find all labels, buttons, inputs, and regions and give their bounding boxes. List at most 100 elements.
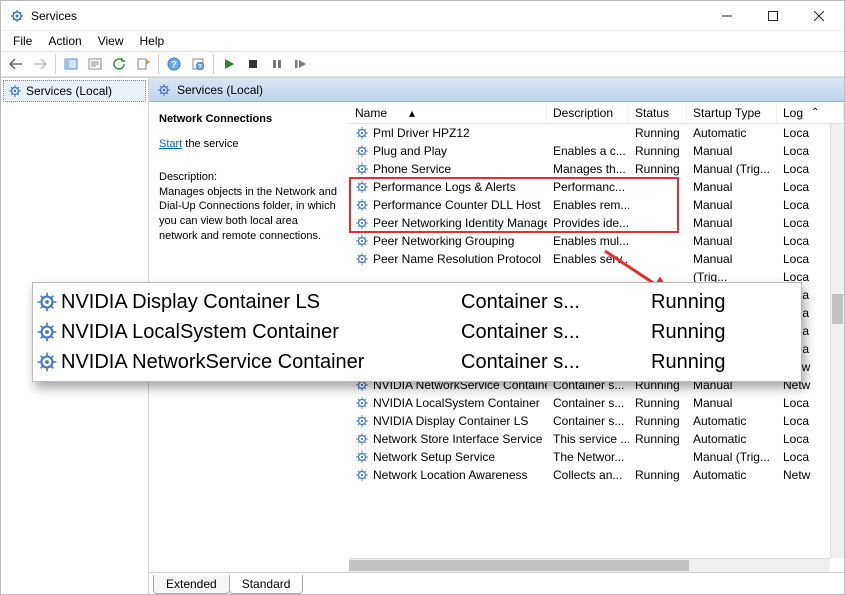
menu-action[interactable]: Action xyxy=(40,34,89,48)
service-status: Running xyxy=(629,414,687,428)
service-row[interactable]: Phone ServiceManages th...RunningManual … xyxy=(349,160,844,178)
service-status: Running xyxy=(629,432,687,446)
service-startup: Manual (Trig... xyxy=(687,450,777,464)
service-row[interactable]: Plug and PlayEnables a c...RunningManual… xyxy=(349,142,844,160)
start-service-button[interactable] xyxy=(218,53,240,75)
service-row[interactable]: Peer Networking Identity ManagerProvides… xyxy=(349,214,844,232)
back-button[interactable] xyxy=(5,53,27,75)
tab-extended[interactable]: Extended xyxy=(153,575,230,594)
content-header-title: Services (Local) xyxy=(177,83,263,97)
service-startup: Manual xyxy=(687,396,777,410)
service-name: Peer Networking Identity Manager xyxy=(373,216,547,230)
menu-view[interactable]: View xyxy=(90,34,132,48)
sort-indicator-icon: ▴ xyxy=(409,106,415,120)
refresh-button[interactable] xyxy=(108,53,130,75)
scrollbar-thumb[interactable] xyxy=(349,560,689,571)
service-name: Phone Service xyxy=(373,162,451,176)
scrollbar-thumb[interactable] xyxy=(832,294,843,324)
service-row[interactable]: Peer Networking GroupingEnables mul...Ma… xyxy=(349,232,844,250)
view-tabs: Extended Standard xyxy=(149,572,844,594)
gear-icon xyxy=(355,468,369,482)
col-description[interactable]: Description xyxy=(547,102,629,123)
col-status[interactable]: Status xyxy=(629,102,687,123)
service-startup: Manual (Trig... xyxy=(687,162,777,176)
service-desc: Container s... xyxy=(547,414,629,428)
gear-icon xyxy=(355,432,369,446)
gear-icon xyxy=(355,234,369,248)
service-name: Performance Counter DLL Host xyxy=(373,198,541,212)
service-startup: Automatic xyxy=(687,126,777,140)
service-name: Network Location Awareness xyxy=(373,468,528,482)
service-startup: Automatic xyxy=(687,414,777,428)
service-desc: Container s... xyxy=(547,396,629,410)
gear-icon xyxy=(355,216,369,230)
service-startup: Manual xyxy=(687,252,777,266)
service-name: Peer Name Resolution Protocol xyxy=(373,252,541,266)
menu-file[interactable]: File xyxy=(5,34,40,48)
gear-icon xyxy=(355,450,369,464)
service-startup: Manual xyxy=(687,198,777,212)
minimize-button[interactable] xyxy=(704,1,750,31)
pause-service-button[interactable] xyxy=(266,53,288,75)
column-headers: Name▴ Description Status Startup Type Lo… xyxy=(349,102,844,124)
callout-row: NVIDIA NetworkService Container Containe… xyxy=(33,347,801,377)
forward-button[interactable] xyxy=(29,53,51,75)
start-link[interactable]: Start xyxy=(159,138,182,150)
service-row[interactable]: Peer Name Resolution ProtocolEnables ser… xyxy=(349,250,844,268)
col-logon[interactable]: Log⌃ xyxy=(777,102,844,123)
zoom-callout: NVIDIA Display Container LS Container s.… xyxy=(32,282,802,382)
svg-text:?: ? xyxy=(198,64,202,71)
export-list-button[interactable] xyxy=(132,53,154,75)
menu-help[interactable]: Help xyxy=(132,34,173,48)
nav-services-local[interactable]: Services (Local) xyxy=(3,80,146,102)
window-title: Services xyxy=(31,9,704,23)
service-row[interactable]: Network Location AwarenessCollects an...… xyxy=(349,466,844,484)
service-name: NVIDIA LocalSystem Container xyxy=(373,396,540,410)
col-name[interactable]: Name▴ xyxy=(349,102,547,123)
content-header: Services (Local) xyxy=(149,78,844,102)
service-row[interactable]: NVIDIA LocalSystem Container Container s.… xyxy=(349,394,844,412)
service-row[interactable]: Pml Driver HPZ12RunningAutomaticLoca xyxy=(349,124,844,142)
maximize-button[interactable] xyxy=(750,1,796,31)
nav-item-label: Services (Local) xyxy=(26,84,112,98)
gear-icon xyxy=(355,162,369,176)
horizontal-scrollbar[interactable] xyxy=(349,558,830,572)
vertical-scrollbar[interactable] xyxy=(830,124,844,558)
service-row[interactable]: Network Setup ServiceThe Networ...Manual… xyxy=(349,448,844,466)
tab-standard[interactable]: Standard xyxy=(229,575,304,594)
service-startup: Manual xyxy=(687,180,777,194)
show-hide-tree-button[interactable] xyxy=(60,53,82,75)
service-desc: The Networ... xyxy=(547,450,629,464)
callout-row: NVIDIA Display Container LS Container s.… xyxy=(33,287,801,317)
col-startup[interactable]: Startup Type xyxy=(687,102,777,123)
service-row[interactable]: Performance Logs & AlertsPerformanc...Ma… xyxy=(349,178,844,196)
service-row[interactable]: NVIDIA Display Container LS Container s..… xyxy=(349,412,844,430)
gear-icon xyxy=(355,180,369,194)
service-name: NVIDIA Display Container LS xyxy=(373,414,528,428)
service-name: Plug and Play xyxy=(373,144,447,158)
help-topics-button[interactable]: ? xyxy=(187,53,209,75)
stop-service-button[interactable] xyxy=(242,53,264,75)
gear-icon xyxy=(33,351,61,373)
service-status: Running xyxy=(629,468,687,482)
overflow-indicator-icon: ⌃ xyxy=(811,107,819,118)
selected-service-name: Network Connections xyxy=(159,112,339,127)
gear-icon xyxy=(355,126,369,140)
close-button[interactable] xyxy=(796,1,842,31)
gear-icon xyxy=(355,252,369,266)
service-row[interactable]: Performance Counter DLL HostEnables rem.… xyxy=(349,196,844,214)
help-button[interactable]: ? xyxy=(163,53,185,75)
menubar: File Action View Help xyxy=(1,31,844,51)
restart-service-button[interactable] xyxy=(290,53,312,75)
service-row[interactable]: Network Store Interface ServiceThis serv… xyxy=(349,430,844,448)
gear-icon xyxy=(355,414,369,428)
app-icon xyxy=(9,8,25,24)
service-name: Performance Logs & Alerts xyxy=(373,180,516,194)
service-startup: Automatic xyxy=(687,468,777,482)
properties-button[interactable] xyxy=(84,53,106,75)
svg-text:?: ? xyxy=(171,60,177,70)
service-status: Running xyxy=(629,126,687,140)
gear-icon xyxy=(33,321,61,343)
titlebar: Services xyxy=(1,1,844,31)
start-service-line: Start the service xyxy=(159,137,339,152)
